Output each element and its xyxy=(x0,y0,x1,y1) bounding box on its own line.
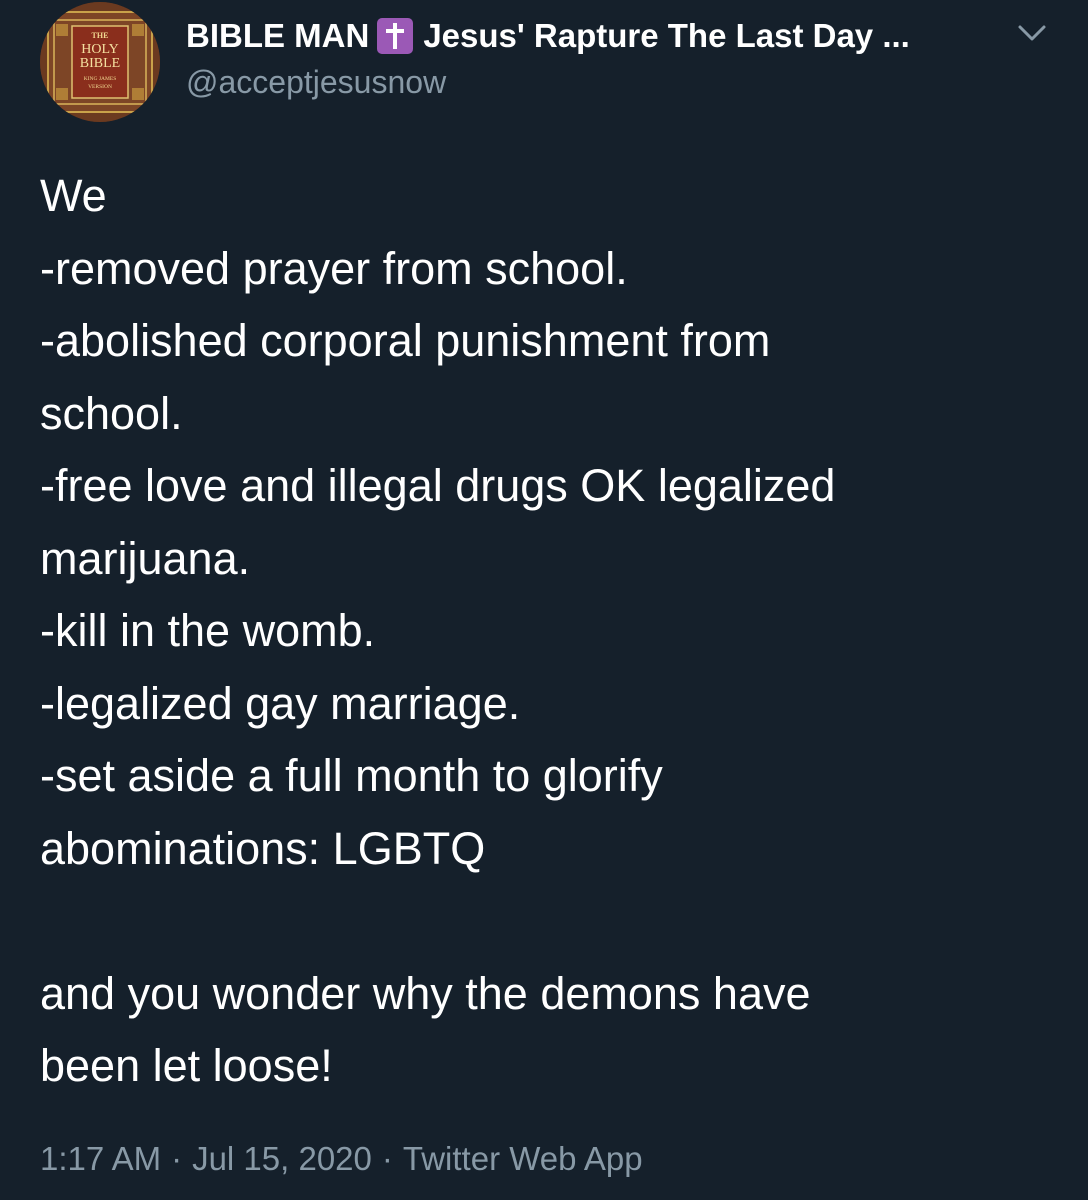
latin-cross-icon xyxy=(377,18,414,54)
avatar[interactable]: THE HOLY BIBLE KING JAMES VERSION xyxy=(40,2,160,122)
tweet-line: We xyxy=(40,170,107,221)
tweet-date[interactable]: Jul 15, 2020 xyxy=(192,1140,372,1177)
avatar-text-holy: HOLY xyxy=(81,42,118,57)
tweet-line: -set aside a full month to glorify xyxy=(40,750,663,801)
tweet-line: -kill in the womb. xyxy=(40,605,376,656)
tweet-line: -removed prayer from school. xyxy=(40,242,628,294)
author-display-name-suffix: Jesus' Rapture The Last Day ... xyxy=(423,17,910,54)
tweet-line: -abolished corporal punishment from xyxy=(40,315,771,366)
tweet-line: -legalized gay marriage. xyxy=(40,677,521,729)
avatar-text-bible: BIBLE xyxy=(80,56,120,71)
chevron-down-icon[interactable] xyxy=(1014,18,1050,48)
tweet-meta: 1:17 AM · Jul 15, 2020 · Twitter Web App xyxy=(40,1140,643,1178)
bible-cover-image: THE HOLY BIBLE KING JAMES VERSION xyxy=(40,2,160,122)
tweet-time[interactable]: 1:17 AM xyxy=(40,1140,161,1177)
tweet-text: We -removed prayer from school. -abolish… xyxy=(40,160,1050,1103)
author-display-name: BIBLE MAN xyxy=(186,17,370,54)
meta-separator: · xyxy=(171,1140,183,1177)
avatar-text-king-james: KING JAMES xyxy=(84,76,117,82)
tweet-line: -free love and illegal drugs OK legalize… xyxy=(40,460,836,511)
tweet-line: school. xyxy=(40,387,183,439)
tweet-line: been let loose! xyxy=(40,1040,333,1091)
meta-separator: · xyxy=(381,1140,393,1177)
author-handle[interactable]: @acceptjesusnow xyxy=(186,64,446,101)
avatar-text-the: THE xyxy=(92,31,109,40)
tweet-source[interactable]: Twitter Web App xyxy=(403,1140,643,1177)
tweet-line: abominations: LGBTQ xyxy=(40,822,486,874)
tweet-line: marijuana. xyxy=(40,532,251,584)
author-name-row[interactable]: BIBLE MAN Jesus' Rapture The Last Day ..… xyxy=(186,14,910,58)
avatar-text-version: VERSION xyxy=(88,84,112,90)
tweet: THE HOLY BIBLE KING JAMES VERSION BIBLE … xyxy=(0,0,1088,1200)
tweet-line: and you wonder why the demons have xyxy=(40,967,811,1019)
